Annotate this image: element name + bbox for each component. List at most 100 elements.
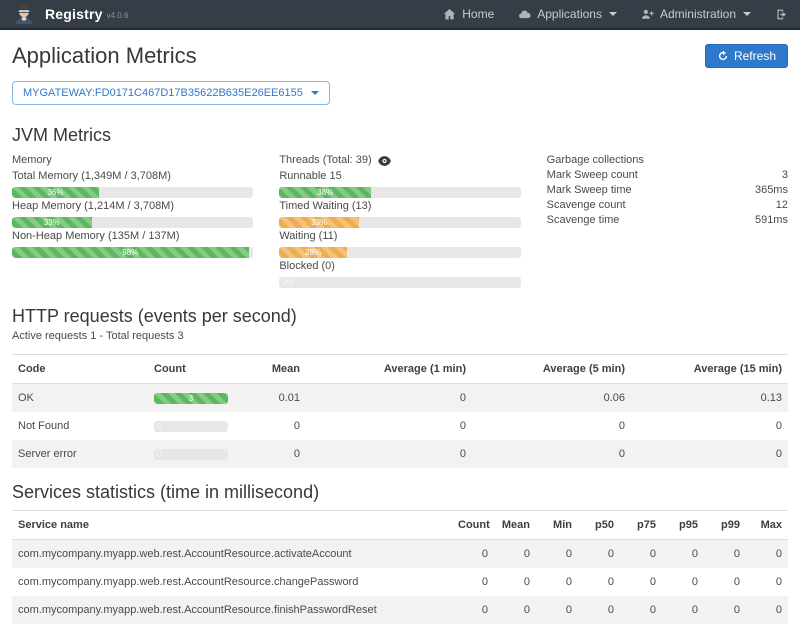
memory-metric-label: Total Memory (1,349M / 3,708M) bbox=[12, 170, 253, 183]
services-column-header: Mean bbox=[494, 511, 536, 540]
navbar-menu: Home Applications Administration bbox=[443, 7, 788, 21]
service-value-cell: 0 bbox=[494, 568, 536, 596]
http-value-cell: 0 bbox=[306, 412, 472, 440]
http-value-cell: 0 bbox=[472, 440, 631, 468]
nav-administration[interactable]: Administration bbox=[641, 7, 751, 21]
threads-column: Threads (Total: 39) Runnable 1538%Timed … bbox=[279, 153, 520, 290]
progress-value-label: 33% bbox=[44, 217, 60, 228]
http-column-header: Mean bbox=[236, 355, 306, 384]
progress-fill: 28% bbox=[279, 247, 347, 258]
service-name-cell: com.mycompany.myapp.web.rest.AccountReso… bbox=[12, 568, 452, 596]
progress-value-label: 28% bbox=[305, 247, 321, 258]
http-value-cell: 0 bbox=[236, 440, 306, 468]
refresh-icon bbox=[717, 50, 729, 62]
service-value-cell: 0 bbox=[578, 596, 620, 624]
gc-label: Mark Sweep count bbox=[547, 168, 638, 183]
http-column-header: Average (15 min) bbox=[631, 355, 788, 384]
progress-track: 3 bbox=[154, 393, 228, 404]
http-requests-title: HTTP requests (events per second) bbox=[12, 306, 788, 327]
top-navbar: Registry v4.0.6 Home Applications Admini… bbox=[0, 0, 800, 30]
thread-metric-label: Waiting (11) bbox=[279, 230, 520, 243]
http-code-cell: Server error bbox=[12, 440, 148, 468]
http-value-cell: 0 bbox=[306, 440, 472, 468]
service-value-cell: 0 bbox=[536, 540, 578, 569]
chevron-down-icon bbox=[743, 12, 751, 16]
http-value-cell: 0 bbox=[472, 412, 631, 440]
http-value-cell: 0 bbox=[236, 412, 306, 440]
progress-track: 33% bbox=[12, 217, 253, 228]
http-column-header: Count bbox=[148, 355, 236, 384]
service-value-cell: 0 bbox=[494, 540, 536, 569]
http-code-cell: OK bbox=[12, 384, 148, 413]
http-count-cell: 0 bbox=[148, 412, 236, 440]
services-table-header-row: Service nameCountMeanMinp50p75p95p99Max bbox=[12, 511, 788, 540]
service-row: com.mycompany.myapp.web.rest.AccountReso… bbox=[12, 540, 788, 569]
http-requests-subtitle: Active requests 1 - Total requests 3 bbox=[12, 330, 788, 342]
http-count-cell: 0 bbox=[148, 440, 236, 468]
memory-metric-label: Non-Heap Memory (135M / 137M) bbox=[12, 230, 253, 243]
gc-value: 365ms bbox=[755, 183, 788, 198]
brand-version: v4.0.6 bbox=[107, 11, 129, 20]
jvm-metrics-title: JVM Metrics bbox=[12, 125, 788, 146]
thread-metric-label: Timed Waiting (13) bbox=[279, 200, 520, 213]
jvm-metrics-grid: Memory Total Memory (1,349M / 3,708M) 36%… bbox=[12, 153, 788, 290]
services-column-header: Min bbox=[536, 511, 578, 540]
thread-metric-label: Blocked (0) bbox=[279, 260, 520, 273]
memory-column: Memory Total Memory (1,349M / 3,708M) 36%… bbox=[12, 153, 253, 290]
service-value-cell: 0 bbox=[704, 596, 746, 624]
progress-value-label: 33% bbox=[311, 217, 327, 228]
service-row: com.mycompany.myapp.web.rest.AccountReso… bbox=[12, 568, 788, 596]
nav-home[interactable]: Home bbox=[443, 7, 494, 21]
progress-track: 0% bbox=[279, 277, 520, 288]
service-name-cell: com.mycompany.myapp.web.rest.AccountReso… bbox=[12, 596, 452, 624]
http-request-row: Server error00000 bbox=[12, 440, 788, 468]
gc-label: Scavenge time bbox=[547, 213, 620, 228]
progress-value-label: 38% bbox=[317, 187, 333, 198]
user-plus-icon bbox=[641, 8, 654, 21]
http-value-cell: 0 bbox=[631, 412, 788, 440]
progress-value-label: 98% bbox=[122, 247, 138, 258]
http-request-row: Not Found00000 bbox=[12, 412, 788, 440]
eye-icon[interactable] bbox=[378, 156, 391, 166]
service-value-cell: 0 bbox=[662, 568, 704, 596]
progress-value-label: 0 bbox=[157, 449, 161, 460]
progress-value-label: 0 bbox=[157, 421, 161, 432]
services-column-header: Service name bbox=[12, 511, 452, 540]
service-value-cell: 0 bbox=[452, 540, 494, 569]
progress-track: 28% bbox=[279, 247, 520, 258]
nav-signout[interactable] bbox=[775, 8, 788, 21]
instance-selector-label: MYGATEWAY:FD0171C467D17B35622B635E26EE61… bbox=[23, 87, 303, 99]
http-value-cell: 0.06 bbox=[472, 384, 631, 413]
gc-value: 591ms bbox=[755, 213, 788, 228]
memory-title: Memory bbox=[12, 153, 52, 168]
service-name-cell: com.mycompany.myapp.web.rest.AccountReso… bbox=[12, 540, 452, 569]
progress-track: 38% bbox=[279, 187, 520, 198]
service-value-cell: 0 bbox=[620, 540, 662, 569]
home-icon bbox=[443, 8, 456, 21]
http-column-header: Code bbox=[12, 355, 148, 384]
service-value-cell: 0 bbox=[704, 540, 746, 569]
services-column-header: p50 bbox=[578, 511, 620, 540]
nav-administration-label: Administration bbox=[660, 7, 736, 21]
progress-value-label: 36% bbox=[47, 187, 63, 198]
service-value-cell: 0 bbox=[746, 596, 788, 624]
gc-label: Mark Sweep time bbox=[547, 183, 632, 198]
progress-fill: 38% bbox=[279, 187, 371, 198]
instance-selector-dropdown[interactable]: MYGATEWAY:FD0171C467D17B35622B635E26EE61… bbox=[12, 81, 330, 105]
service-value-cell: 0 bbox=[704, 568, 746, 596]
services-column-header: Max bbox=[746, 511, 788, 540]
gc-title: Garbage collections bbox=[547, 153, 644, 168]
service-value-cell: 0 bbox=[452, 596, 494, 624]
gc-row: Scavenge count12 bbox=[547, 198, 788, 213]
service-value-cell: 0 bbox=[620, 596, 662, 624]
progress-fill: 33% bbox=[12, 217, 92, 228]
service-value-cell: 0 bbox=[578, 568, 620, 596]
service-value-cell: 0 bbox=[620, 568, 662, 596]
service-value-cell: 0 bbox=[662, 596, 704, 624]
progress-fill: 3 bbox=[154, 393, 228, 404]
refresh-button[interactable]: Refresh bbox=[705, 44, 788, 68]
brand-link[interactable]: Registry v4.0.6 bbox=[12, 2, 128, 26]
service-value-cell: 0 bbox=[494, 596, 536, 624]
service-value-cell: 0 bbox=[536, 568, 578, 596]
nav-applications[interactable]: Applications bbox=[518, 7, 617, 21]
